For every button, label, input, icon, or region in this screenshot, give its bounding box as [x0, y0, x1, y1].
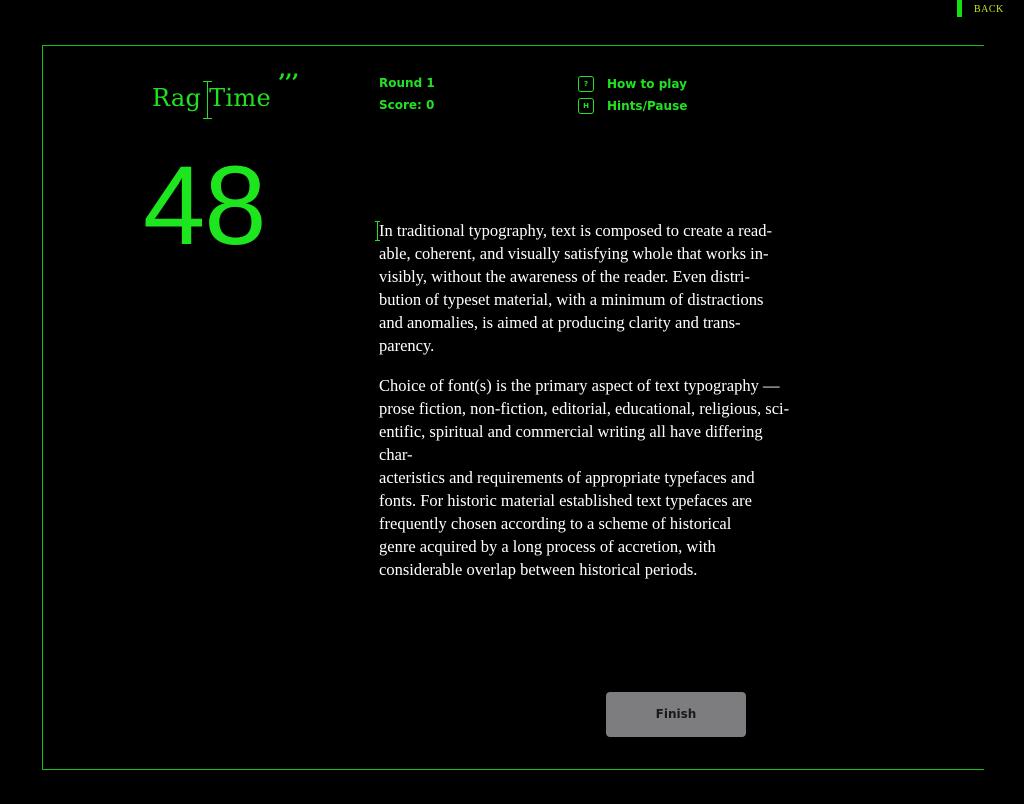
- text-cursor-icon: [203, 81, 212, 119]
- text-paragraph-2: Choice of font(s) is the primary aspect …: [379, 376, 790, 579]
- game-menu: ? How to play H Hints/Pause: [578, 73, 687, 117]
- how-to-play-button[interactable]: ? How to play: [578, 73, 687, 95]
- round-indicator: Round 1: [379, 76, 435, 90]
- ragtime-logo: Rag Time ’’’: [152, 70, 312, 126]
- h-key-icon: H: [578, 98, 594, 114]
- countdown-timer: 48: [143, 143, 267, 268]
- text-cursor-icon: [375, 221, 380, 241]
- hints-pause-label: Hints/Pause: [607, 99, 688, 113]
- score-indicator: Score: 0: [379, 98, 435, 112]
- logo-text: Rag Time: [152, 84, 271, 112]
- how-to-play-label: How to play: [607, 77, 687, 91]
- back-link[interactable]: BACK: [957, 0, 1004, 17]
- question-key-icon: ?: [578, 76, 594, 92]
- game-stats: Round 1 Score: 0: [379, 74, 435, 118]
- logo-quotes: ’’’: [278, 70, 299, 96]
- finish-button[interactable]: Finish: [606, 692, 746, 737]
- text-paragraph-1: In traditional typography, text is compo…: [379, 221, 772, 355]
- typography-text-area[interactable]: In traditional typography, text is compo…: [375, 219, 859, 598]
- hints-pause-button[interactable]: H Hints/Pause: [578, 95, 687, 117]
